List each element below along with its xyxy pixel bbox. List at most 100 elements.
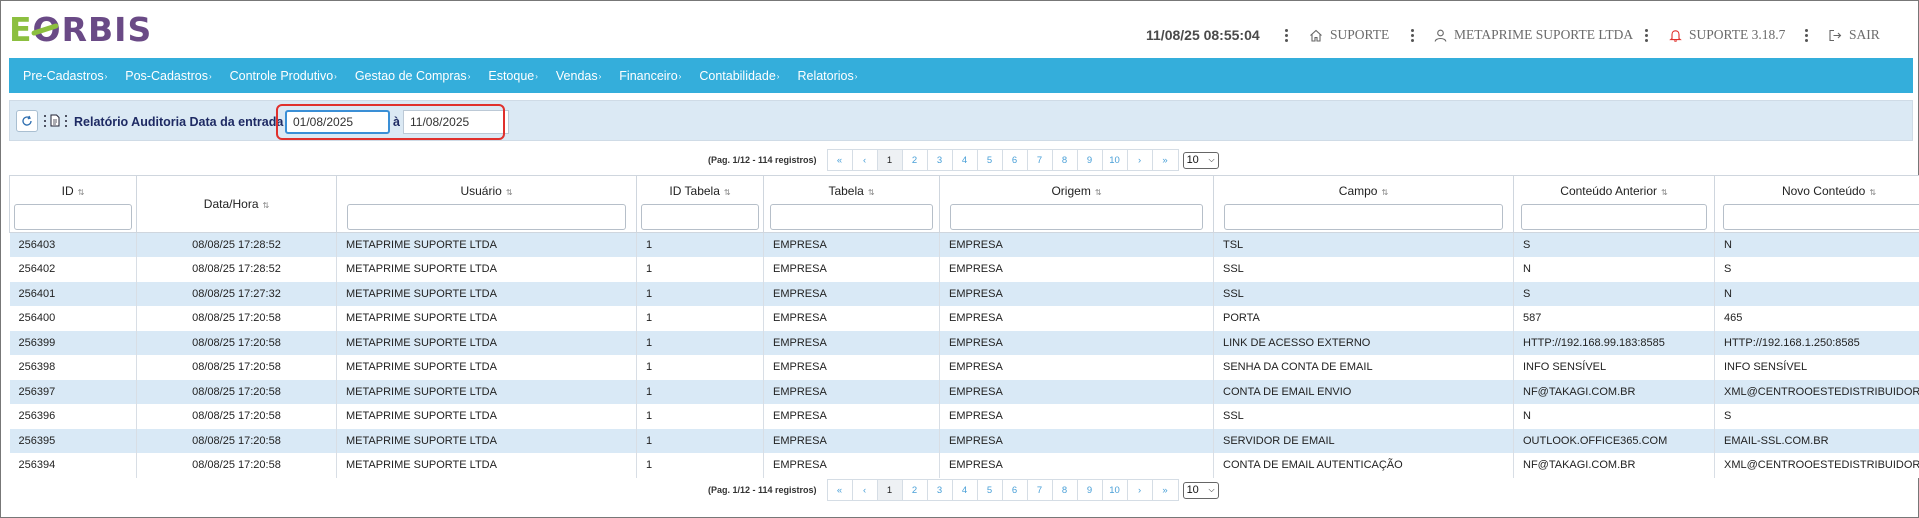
table-row[interactable]: 256395 08/08/25 17:20:58 METAPRIME SUPORTE… [9,428,1919,453]
cell-id: 256399 [9,330,137,355]
date-from-input[interactable] [285,110,390,134]
filter-tabela-input[interactable] [770,204,933,230]
next-page-button[interactable]: › [1127,480,1153,500]
menu-pos-cadastros[interactable]: Pos-Cadastros› [125,69,211,83]
filter-id-tabela-input[interactable] [641,204,759,230]
company-selector[interactable]: METAPRIME SUPORTE LTDA [1434,23,1633,47]
page-size-select[interactable]: 10 ⌵ [1182,151,1219,169]
version-notifications[interactable]: SUPORTE 3.18.7 [1669,23,1785,47]
kebab-menu-icon[interactable] [1407,23,1417,47]
page-button[interactable]: 10 [1102,480,1128,500]
page-button[interactable]: 4 [952,150,978,170]
filter-campo-input[interactable] [1224,204,1503,230]
sort-icon[interactable]: ⇅ [263,201,270,210]
table-row[interactable]: 256397 08/08/25 17:20:58 METAPRIME SUPORTE… [9,379,1919,404]
sort-icon[interactable]: ⇅ [1381,188,1388,197]
prev-page-button[interactable]: ‹ [852,480,878,500]
page-button[interactable]: 9 [1077,150,1103,170]
kebab-menu-icon[interactable] [1641,23,1651,47]
table-row[interactable]: 256398 08/08/25 17:20:58 METAPRIME SUPORTE… [9,355,1919,380]
column-header-datahora[interactable]: Data/Hora ⇅ [136,175,337,233]
cell-id: 256400 [9,306,137,331]
table-row[interactable]: 256396 08/08/25 17:20:58 METAPRIME SUPORTE… [9,404,1919,429]
first-page-button[interactable]: « [827,480,853,500]
column-header-conteudo-anterior[interactable]: Conteúdo Anterior ⇅ [1513,175,1715,233]
sort-icon[interactable]: ⇅ [1869,188,1876,197]
sort-icon[interactable]: ⇅ [1095,188,1102,197]
kebab-menu-icon[interactable] [1801,23,1811,47]
page-button[interactable]: 5 [977,150,1003,170]
column-header-campo[interactable]: Campo ⇅ [1213,175,1514,233]
table-row[interactable]: 256401 08/08/25 17:27:32 METAPRIME SUPORTE… [9,281,1919,306]
table-row[interactable]: 256402 08/08/25 17:28:52 METAPRIME SUPORTE… [9,257,1919,282]
last-page-button[interactable]: » [1152,480,1178,500]
page-button[interactable]: 9 [1077,480,1103,500]
page-size-select[interactable]: 10 ⌵ [1182,481,1219,499]
page-button[interactable]: 3 [927,150,953,170]
column-header-origem[interactable]: Origem ⇅ [939,175,1214,233]
cell-conteudo-anterior: INFO SENSÍVEL [1513,355,1715,380]
menu-relatorios[interactable]: Relatorios› [797,69,857,83]
kebab-menu-icon[interactable] [1281,23,1291,47]
table-row[interactable]: 256399 08/08/25 17:20:58 METAPRIME SUPORTE… [9,330,1919,355]
page-button[interactable]: 7 [1027,150,1053,170]
column-header-usuario[interactable]: Usuário ⇅ [336,175,637,233]
menu-controle-produtivo[interactable]: Controle Produtivo› [230,69,337,83]
logout-label: SAIR [1849,27,1880,42]
page-button[interactable]: 3 [927,480,953,500]
menu-estoque[interactable]: Estoque› [488,69,538,83]
page-button[interactable]: 1 [877,150,903,170]
filter-usuario-input[interactable] [347,204,626,230]
menu-financeiro[interactable]: Financeiro› [619,69,681,83]
page-button[interactable]: 6 [1002,150,1028,170]
options-icon[interactable] [65,115,68,127]
pdf-export-icon[interactable] [50,114,60,132]
page-button[interactable]: 5 [977,480,1003,500]
filter-origem-input[interactable] [949,204,1204,230]
filter-id-input[interactable] [14,204,132,230]
next-page-button[interactable]: › [1127,150,1153,170]
page-button[interactable]: 7 [1027,480,1053,500]
menu-pre-cadastros[interactable]: Pre-Cadastros› [23,69,107,83]
page-button[interactable]: 2 [902,150,928,170]
logout-button[interactable]: SAIR [1828,23,1880,47]
page-button[interactable]: 10 [1102,150,1128,170]
page-button[interactable]: 4 [952,480,978,500]
app-logo[interactable]: E O RBIS [9,9,152,49]
column-header-id[interactable]: ID ⇅ [9,175,137,233]
cell-novo-conteudo: N [1714,281,1919,306]
cell-novo-conteudo: INFO SENSÍVEL [1714,355,1919,380]
options-icon[interactable] [44,115,47,127]
page-button[interactable]: 6 [1002,480,1028,500]
first-page-button[interactable]: « [827,150,853,170]
cell-usuario: METAPRIME SUPORTE LTDA [336,232,637,257]
menu-gestao-compras[interactable]: Gestao de Compras› [355,69,471,83]
cell-datahora: 08/08/25 17:20:58 [136,428,337,453]
filter-conteudo-anterior-input[interactable] [1521,204,1707,230]
table-row[interactable]: 256403 08/08/25 17:28:52 METAPRIME SUPORTE… [9,232,1919,257]
sort-icon[interactable]: ⇅ [868,188,875,197]
menu-contabilidade[interactable]: Contabilidade› [699,69,779,83]
column-header-novo-conteudo[interactable]: Novo Conteúdo ⇅ [1714,175,1919,233]
column-header-tabela[interactable]: Tabela ⇅ [763,175,940,233]
cell-campo: SENHA DA CONTA DE EMAIL [1213,355,1514,380]
page-button[interactable]: 8 [1052,150,1078,170]
sort-icon[interactable]: ⇅ [1661,188,1668,197]
prev-page-button[interactable]: ‹ [852,150,878,170]
table-row[interactable]: 256394 08/08/25 17:20:58 METAPRIME SUPORTE… [9,453,1919,478]
sort-icon[interactable]: ⇅ [78,188,85,197]
date-to-input[interactable] [403,110,509,134]
last-page-button[interactable]: » [1152,150,1178,170]
filter-novo-conteudo-input[interactable] [1722,204,1919,230]
sort-icon[interactable]: ⇅ [506,188,513,197]
refresh-button[interactable] [16,110,38,132]
sort-icon[interactable]: ⇅ [724,188,731,197]
page-button[interactable]: 1 [877,480,903,500]
page-button[interactable]: 2 [902,480,928,500]
menu-vendas[interactable]: Vendas› [556,69,601,83]
support-link[interactable]: SUPORTE [1309,23,1389,47]
cell-conteudo-anterior: 587 [1513,306,1715,331]
column-header-id-tabela[interactable]: ID Tabela ⇅ [636,175,764,233]
table-row[interactable]: 256400 08/08/25 17:20:58 METAPRIME SUPORTE… [9,306,1919,331]
page-button[interactable]: 8 [1052,480,1078,500]
